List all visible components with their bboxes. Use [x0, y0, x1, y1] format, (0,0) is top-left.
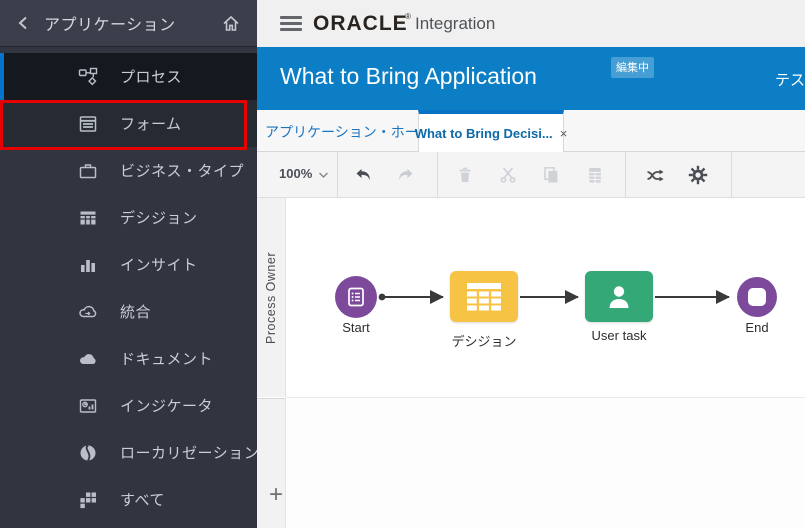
sidebar-title: アプリケーション [44, 11, 176, 35]
registered-mark: ® [405, 12, 411, 21]
sidebar-item-decisions[interactable]: デシジョン [0, 194, 257, 241]
test-button[interactable]: テスト [775, 69, 805, 90]
sidebar-item-forms[interactable]: フォーム [0, 100, 257, 147]
node-label: Start [326, 320, 386, 335]
node-start[interactable]: Start [335, 276, 377, 318]
form-list-icon [345, 286, 367, 308]
localization-icon [78, 443, 98, 463]
sidebar-item-insight[interactable]: インサイト [0, 241, 257, 288]
chevron-down-icon [319, 166, 328, 181]
process-flow-icon [78, 67, 98, 87]
decision-table-icon [78, 208, 98, 228]
sidebar-item-label: インジケータ [120, 395, 213, 416]
grid-all-icon [78, 490, 98, 510]
toolbar-separator [731, 152, 732, 197]
sidebar-item-integrations[interactable]: 統合 [0, 288, 257, 335]
sidebar-header: アプリケーション [0, 0, 257, 47]
node-label: End [727, 320, 787, 335]
sidebar-item-label: フォーム [120, 113, 182, 134]
copy-button[interactable] [541, 165, 561, 185]
menu-icon[interactable] [280, 16, 302, 31]
sidebar-menu: プロセス フォーム ビジネス・タイプ [0, 53, 257, 523]
swimlane-label: Process Owner [264, 252, 278, 344]
page-title: What to Bring Application [280, 63, 537, 90]
briefcase-icon [78, 161, 98, 181]
sidebar-item-label: すべて [120, 489, 165, 510]
paste-button[interactable] [585, 165, 605, 185]
undo-button[interactable] [353, 165, 373, 185]
sidebar-item-label: プロセス [120, 66, 182, 87]
sidebar-item-label: ドキュメント [120, 348, 213, 369]
delete-button[interactable] [455, 165, 475, 185]
start-event-shape [335, 276, 377, 318]
back-icon[interactable] [16, 15, 32, 31]
zoom-dropdown[interactable]: 100% [279, 166, 328, 181]
redo-button[interactable] [396, 165, 416, 185]
editing-status-badge: 編集中 [611, 57, 654, 78]
tab-application-home[interactable]: アプリケーション・ホーム [265, 122, 432, 142]
sidebar-item-localization[interactable]: ローカリゼーション [0, 429, 257, 476]
cloud-icon [78, 349, 98, 369]
bar-chart-icon [78, 255, 98, 275]
home-icon[interactable] [221, 13, 241, 33]
application-window: アプリケーション プロセス [0, 0, 805, 528]
sidebar: アプリケーション プロセス [0, 0, 257, 528]
sidebar-item-label: ローカリゼーション [120, 442, 259, 463]
tab-label: What to Bring Decisi... [415, 126, 553, 141]
sidebar-item-documents[interactable]: ドキュメント [0, 335, 257, 382]
editor-toolbar: 100% [257, 152, 805, 198]
toolbar-separator [437, 152, 438, 197]
close-icon[interactable]: × [560, 126, 568, 141]
toolbar-separator [625, 152, 626, 197]
oracle-logo: ORACLE [313, 12, 408, 36]
square-icon [748, 288, 766, 306]
form-icon [78, 114, 98, 134]
sidebar-item-label: 統合 [120, 301, 151, 322]
add-lane-button[interactable]: + [263, 481, 289, 509]
person-icon [603, 281, 635, 313]
sidebar-item-label: インサイト [120, 254, 198, 275]
sidebar-item-indicators[interactable]: インジケータ [0, 382, 257, 429]
reroute-button[interactable] [645, 165, 665, 185]
canvas-lower-area [287, 398, 805, 528]
lane-divider [286, 397, 805, 398]
table-icon [467, 283, 501, 311]
node-label: デシジョン [444, 331, 524, 350]
sidebar-item-label: ビジネス・タイプ [120, 160, 244, 181]
end-event-shape [737, 277, 777, 317]
swimlane-header[interactable]: Process Owner [257, 198, 286, 397]
sidebar-item-label: デシジョン [120, 207, 198, 228]
settings-gear-button[interactable] [688, 165, 708, 185]
cloud-sync-icon [78, 302, 98, 322]
zoom-value: 100% [279, 166, 312, 181]
node-decision[interactable]: デシジョン [450, 271, 518, 322]
tab-what-to-bring-decision[interactable]: What to Bring Decisi... × [418, 110, 564, 152]
sidebar-item-process[interactable]: プロセス [0, 53, 257, 100]
banner: What to Bring Application 編集中 テスト [257, 47, 805, 110]
process-canvas[interactable]: Process Owner + [257, 198, 805, 528]
sidebar-item-business-types[interactable]: ビジネス・タイプ [0, 147, 257, 194]
node-label: User task [579, 328, 659, 343]
indicator-chart-icon [78, 396, 98, 416]
tab-bar: アプリケーション・ホーム What to Bring Decisi... × [257, 110, 805, 152]
sidebar-item-all[interactable]: すべて [0, 476, 257, 523]
node-user-task[interactable]: User task [585, 271, 653, 322]
user-task-shape [585, 271, 653, 322]
node-end[interactable]: End [737, 277, 777, 317]
toolbar-separator [337, 152, 338, 197]
cut-button[interactable] [498, 165, 518, 185]
product-name: Integration [415, 14, 495, 34]
decision-shape [450, 271, 518, 322]
topbar: ORACLE ® Integration [257, 0, 805, 47]
main-area: ORACLE ® Integration What to Bring Appli… [257, 0, 805, 528]
